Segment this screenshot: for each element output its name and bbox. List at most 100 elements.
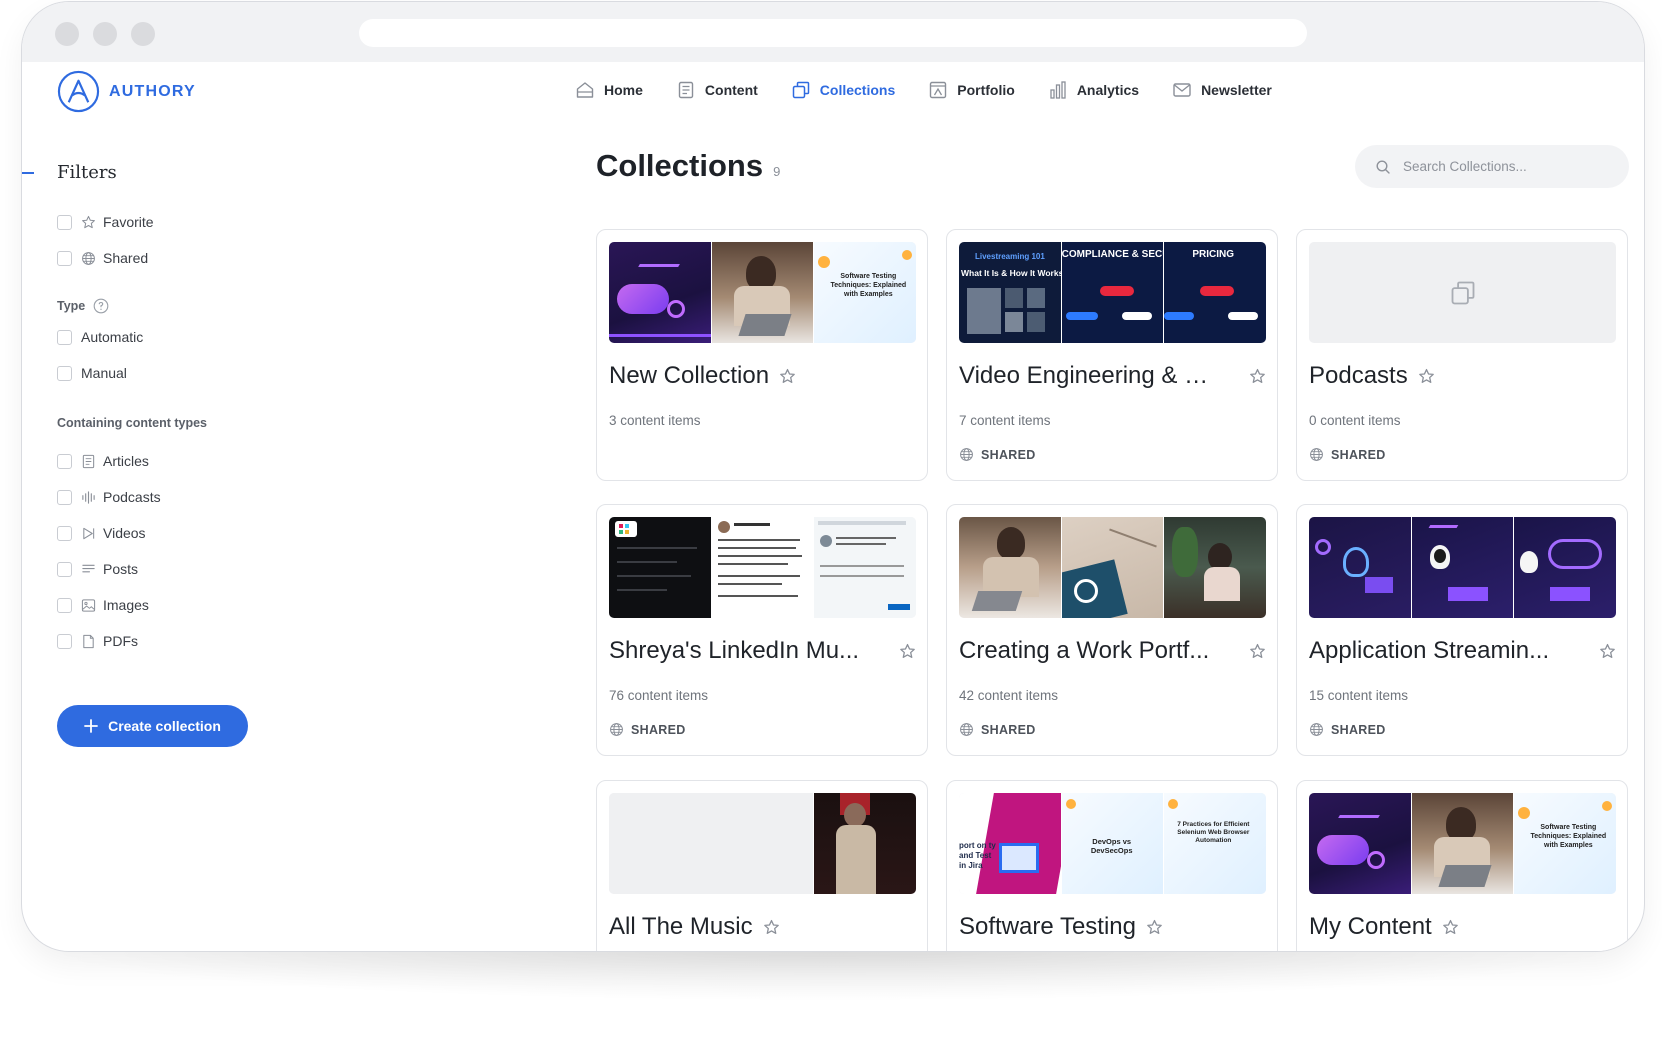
nav-portfolio[interactable]: Portfolio <box>928 80 1015 100</box>
window-maximize-dot[interactable] <box>131 22 155 46</box>
thumbnail-linux-cloud <box>1411 517 1515 618</box>
nav-collections[interactable]: Collections <box>791 80 895 100</box>
thumbnail-daas <box>1309 793 1412 894</box>
filter-pdfs-checkbox[interactable] <box>57 633 72 649</box>
filter-posts-checkbox[interactable] <box>57 561 72 577</box>
filter-shared-checkbox[interactable] <box>57 250 72 266</box>
collection-item-count: 3 content items <box>609 413 701 428</box>
collection-card[interactable]: Application Streamin... 15 content items… <box>1296 504 1628 756</box>
thumbnail-caption: PRICING <box>1192 249 1235 260</box>
filter-articles-checkbox[interactable] <box>57 453 72 469</box>
filter-manual-checkbox[interactable] <box>57 365 72 381</box>
collection-card[interactable]: Creating a Work Portf... 42 content item… <box>946 504 1278 756</box>
help-icon[interactable] <box>93 298 109 314</box>
favorite-star-icon[interactable] <box>1146 919 1163 936</box>
filter-pdfs[interactable]: PDFs <box>57 631 138 651</box>
video-icon <box>83 527 95 539</box>
collection-card[interactable]: Podcasts 0 content items SHARED <box>1296 229 1628 481</box>
nav-analytics-label: Analytics <box>1076 82 1140 98</box>
filter-images-label: Images <box>103 597 149 613</box>
favorite-star-icon[interactable] <box>763 919 780 936</box>
favorite-star-icon[interactable] <box>899 643 916 660</box>
filter-manual[interactable]: Manual <box>57 363 127 383</box>
filter-automatic-checkbox[interactable] <box>57 329 72 345</box>
collection-item-count: 42 content items <box>959 688 1059 703</box>
collection-card[interactable]: Livestreaming 101 What It Is & How It Wo… <box>946 229 1278 481</box>
favorite-star-icon[interactable] <box>1249 643 1266 660</box>
filter-articles[interactable]: Articles <box>57 451 149 471</box>
collections-count: 9 <box>773 164 781 179</box>
thumbnail-empty <box>609 793 814 894</box>
collection-item-count: 15 content items <box>1309 688 1409 703</box>
thumbnail-caption: Software Testing Techniques: Explained w… <box>1530 824 1607 849</box>
content-types-section-label: Containing content types <box>57 416 207 430</box>
thumbnail-devops: DevOps vs DevSecOps <box>1061 793 1165 894</box>
thumbnail-woman-phone <box>959 517 1062 618</box>
collection-thumbnails: Livestreaming 101 What It Is & How It Wo… <box>959 242 1266 343</box>
collection-item-count: 76 content items <box>609 688 709 703</box>
filter-shared-label: Shared <box>103 250 149 266</box>
nav-newsletter[interactable]: Newsletter <box>1172 80 1272 100</box>
shared-badge: SHARED <box>959 447 1036 462</box>
thumbnail-pricing: PRICING <box>1164 242 1266 343</box>
collection-title: All The Music <box>609 913 753 940</box>
article-icon <box>82 454 95 468</box>
collection-item-count: 0 content items <box>1309 413 1401 428</box>
nav-content[interactable]: Content <box>676 80 758 100</box>
filter-videos[interactable]: Videos <box>57 523 146 543</box>
filter-videos-checkbox[interactable] <box>57 525 72 541</box>
window-close-dot[interactable] <box>55 22 79 46</box>
collection-title-row: Video Engineering & S... <box>959 362 1266 390</box>
filter-automatic-label: Automatic <box>81 329 144 345</box>
collection-thumbnails <box>1309 517 1616 618</box>
filter-images-checkbox[interactable] <box>57 597 72 613</box>
home-icon <box>576 82 594 98</box>
filter-podcasts-checkbox[interactable] <box>57 489 72 505</box>
search-collections[interactable] <box>1355 145 1629 188</box>
collection-item-count: 7 content items <box>959 413 1051 428</box>
favorite-star-icon[interactable] <box>1442 919 1459 936</box>
collection-card[interactable]: All The Music <box>596 780 928 951</box>
collection-card[interactable]: Shreya's LinkedIn Mu... 76 content items… <box>596 504 928 756</box>
create-collection-button[interactable]: Create collection <box>57 705 248 747</box>
create-collection-label: Create collection <box>108 718 221 734</box>
filter-podcasts[interactable]: Podcasts <box>57 487 161 507</box>
collection-thumbnails <box>609 517 916 618</box>
filter-shared[interactable]: Shared <box>57 248 148 268</box>
filters-collapse-marker[interactable] <box>22 172 34 174</box>
filter-favorite[interactable]: Favorite <box>57 212 154 232</box>
collection-title-row: Application Streamin... <box>1309 637 1616 665</box>
search-input[interactable] <box>1403 159 1613 174</box>
globe-icon <box>960 448 973 461</box>
filter-posts[interactable]: Posts <box>57 559 138 579</box>
filter-automatic[interactable]: Automatic <box>57 327 143 347</box>
brand-name: AUTHORY <box>109 82 196 100</box>
filter-favorite-label: Favorite <box>103 214 154 230</box>
thumbnail-linux-cloud-2 <box>1514 517 1616 618</box>
thumbnail-jira: port on ty and Test in Jira <box>959 793 1062 894</box>
collection-title: Creating a Work Portf... <box>959 637 1210 664</box>
favorite-star-icon[interactable] <box>1599 643 1616 660</box>
collection-card[interactable]: Software Testing Techniques: Explained w… <box>596 229 928 481</box>
window-minimize-dot[interactable] <box>93 22 117 46</box>
filter-favorite-checkbox[interactable] <box>57 214 72 230</box>
favorite-star-icon[interactable] <box>779 368 796 385</box>
collection-card[interactable]: port on ty and Test in Jira DevOps vs De… <box>946 780 1278 951</box>
collection-thumbnails: Software Testing Techniques: Explained w… <box>609 242 916 343</box>
collection-title: New Collection <box>609 362 770 389</box>
collection-card[interactable]: Software Testing Techniques: Explained w… <box>1296 780 1628 951</box>
favorite-star-icon[interactable] <box>1249 368 1266 385</box>
nav-home[interactable]: Home <box>575 80 643 100</box>
thumbnail-music-artist <box>814 793 916 894</box>
address-bar[interactable] <box>359 19 1307 47</box>
thumbnail-caption: Software Testing Techniques: Explained w… <box>830 273 907 298</box>
collection-title: Software Testing <box>959 913 1136 940</box>
thumbnail-caption: COMPLIANCE & SECUR <box>1061 249 1164 260</box>
thumbnail-caption: port on ty and Test in Jira <box>959 841 996 870</box>
authory-logo-icon <box>57 70 100 113</box>
nav-analytics[interactable]: Analytics <box>1048 80 1139 100</box>
brand-logo[interactable]: AUTHORY <box>57 70 196 113</box>
filter-images[interactable]: Images <box>57 595 149 615</box>
collection-title-row: All The Music <box>609 913 916 941</box>
favorite-star-icon[interactable] <box>1418 368 1435 385</box>
